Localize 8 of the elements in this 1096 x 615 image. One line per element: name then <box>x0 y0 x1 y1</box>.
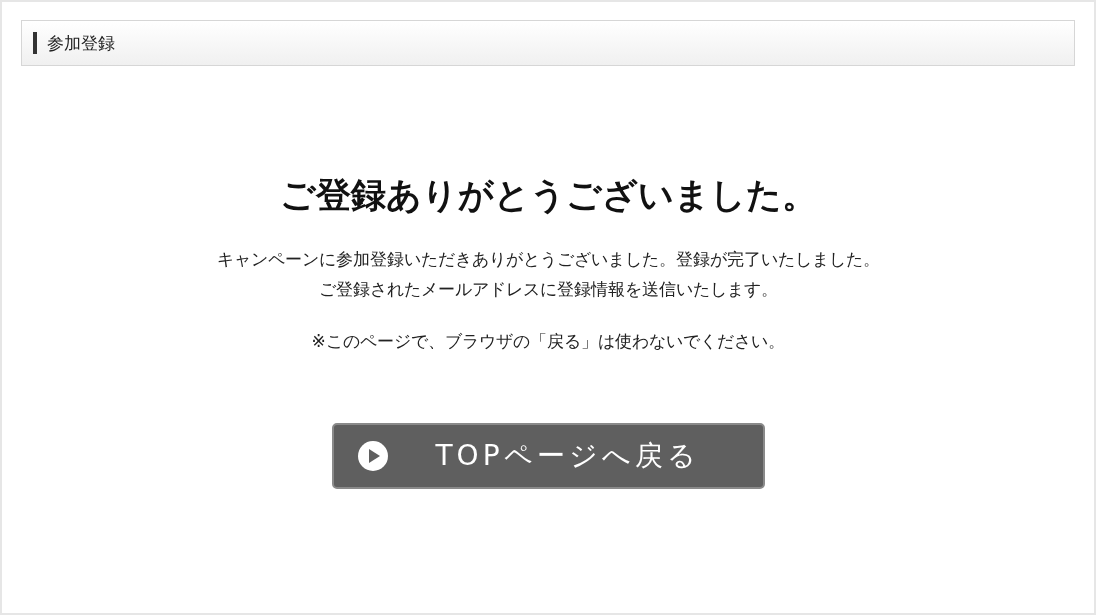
back-to-top-button[interactable]: TOPページへ戻る <box>331 423 765 489</box>
play-icon <box>357 441 388 471</box>
message-text: キャンペーンに参加登録いただきありがとうございました。登録が完了いたしました。 <box>216 248 880 271</box>
section-title: 参加登録 <box>47 31 115 55</box>
thank-you-heading: ご登録ありがとうございました。 <box>279 174 817 216</box>
message-text: ご登録されたメールアドレスに登録情報を送信いたします。 <box>317 278 779 301</box>
notice-text: ※このページで、ブラウザの「戻る」は使わないでください。 <box>311 330 785 353</box>
header-accent-bar <box>33 32 37 54</box>
